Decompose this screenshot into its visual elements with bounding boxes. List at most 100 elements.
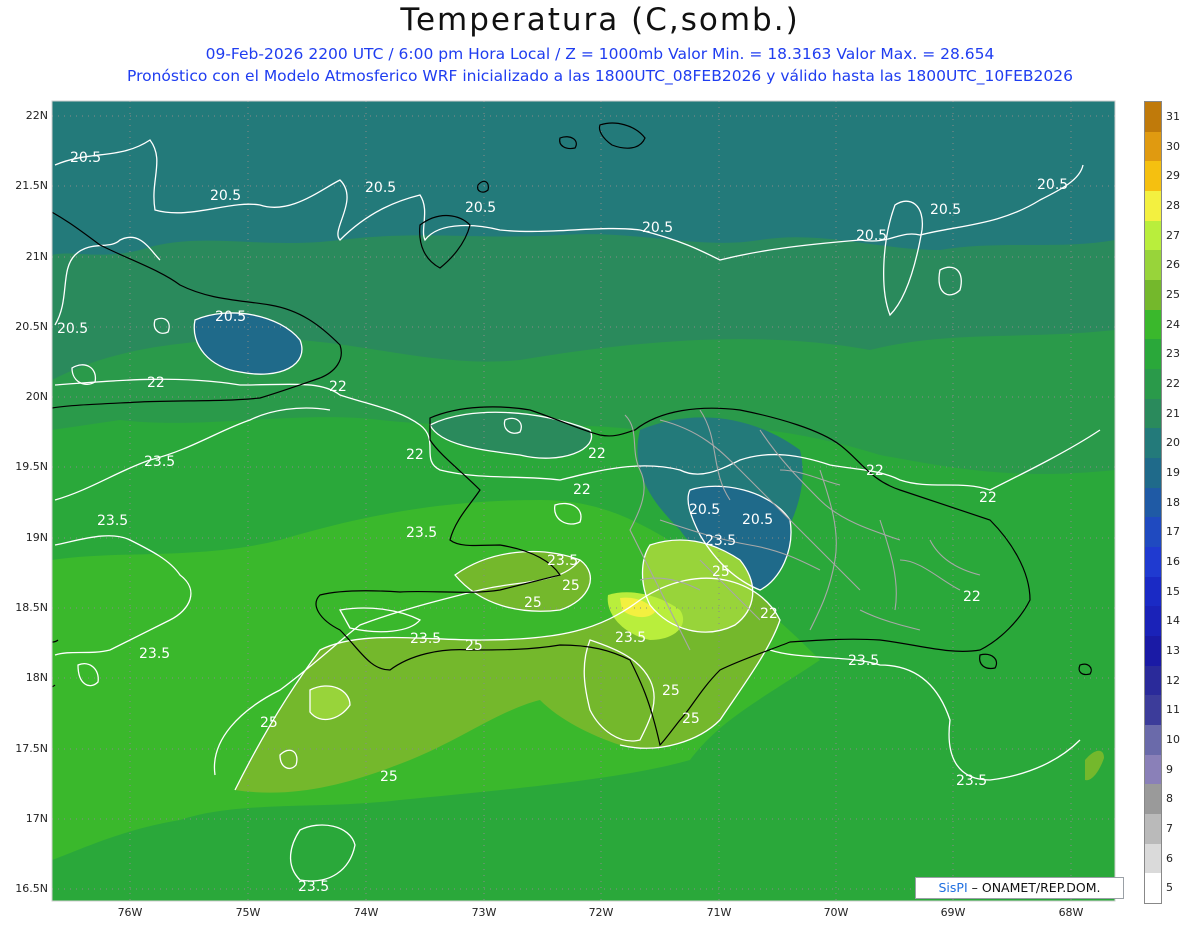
lon-label: 73W: [471, 906, 497, 919]
lon-label: 74W: [353, 906, 379, 919]
colorbar-segment: [1145, 814, 1161, 844]
contour-label: 20.5: [365, 180, 396, 196]
contour-label: 22: [406, 447, 424, 463]
contour-label: 23.5: [406, 525, 437, 541]
credit-box: SisPI – ONAMET/REP.DOM.: [915, 877, 1124, 899]
contour-label: 20.5: [57, 321, 88, 337]
contour-label: 22: [979, 490, 997, 506]
contour-label: 23.5: [956, 773, 987, 789]
contour-label: 25: [712, 564, 730, 580]
contour-label: 20.5: [742, 512, 773, 528]
colorbar-label: 7: [1166, 821, 1173, 835]
lon-label: 72W: [588, 906, 614, 919]
colorbar-label: 10: [1166, 732, 1180, 746]
lon-label: 75W: [235, 906, 261, 919]
contour-label: 25: [465, 638, 483, 654]
colorbar-segment: [1145, 606, 1161, 637]
colorbar-label: 16: [1166, 554, 1180, 568]
contour-label: 20.5: [465, 200, 496, 216]
colorbar-label: 22: [1166, 376, 1180, 390]
contour-label: 22: [866, 463, 884, 479]
contour-label: 25: [662, 683, 680, 699]
colorbar-segment: [1145, 250, 1161, 281]
contour-label: 20.5: [215, 309, 246, 325]
contour-label: 25: [524, 595, 542, 611]
contour-label: 20.5: [930, 202, 961, 218]
colorbar-segment: [1145, 339, 1161, 370]
contour-label: 22: [963, 589, 981, 605]
colorbar-segment: [1145, 131, 1161, 162]
lat-label: 18N: [25, 671, 48, 684]
contour-label: 23.5: [144, 454, 175, 470]
colorbar-segment: [1145, 487, 1161, 518]
colorbar-segment: [1145, 517, 1161, 548]
colorbar-label: 31: [1166, 109, 1180, 123]
contour-label: 23.5: [97, 513, 128, 529]
colorbar-segment: [1145, 695, 1161, 726]
colorbar-segment: [1145, 784, 1161, 815]
contour-label: 20.5: [70, 150, 101, 166]
model-info-line: Pronóstico con el Modelo Atmosferico WRF…: [127, 67, 1073, 85]
colorbar-label: 9: [1166, 762, 1173, 776]
colorbar-label: 24: [1166, 317, 1180, 331]
lat-label: 19N: [25, 531, 48, 544]
colorbar-segment: [1145, 636, 1161, 666]
contour-label: 20.5: [642, 220, 673, 236]
lon-label: 71W: [706, 906, 732, 919]
lon-label: 69W: [940, 906, 966, 919]
contour-label: 20.5: [689, 502, 720, 518]
contour-label: 23.5: [848, 653, 879, 669]
colorbar-label: 14: [1166, 614, 1180, 628]
lat-label: 19.5N: [15, 460, 48, 473]
lat-label: 20.5N: [15, 320, 48, 333]
colorbar-label: 27: [1166, 228, 1180, 242]
colorbar-segment: [1145, 102, 1161, 132]
lat-label: 17.5N: [15, 742, 48, 755]
contour-label: 22: [588, 446, 606, 462]
contour-label: 20.5: [210, 188, 241, 204]
colorbar-segment: [1145, 665, 1161, 696]
colorbar-segment: [1145, 191, 1161, 221]
colorbar-label: 6: [1166, 851, 1173, 865]
colorbar-label: 18: [1166, 495, 1180, 509]
colorbar-segment: [1145, 754, 1161, 785]
colorbar-label: 17: [1166, 525, 1180, 539]
colorbar-label: 15: [1166, 584, 1180, 598]
lon-label: 76W: [117, 906, 143, 919]
contour-label: 23.5: [615, 630, 646, 646]
colorbar-segment: [1145, 280, 1161, 310]
colorbar-segment: [1145, 428, 1161, 459]
valid-time-line: 09-Feb-2026 2200 UTC / 6:00 pm Hora Loca…: [205, 45, 995, 63]
colorbar-label: 28: [1166, 198, 1180, 212]
contour-label: 23.5: [410, 631, 441, 647]
contour-label: 25: [260, 715, 278, 731]
lat-label: 22N: [25, 109, 48, 122]
lon-label: 68W: [1058, 906, 1084, 919]
colorbar-label: 25: [1166, 287, 1180, 301]
lat-label: 21N: [25, 250, 48, 263]
colorbar-segment: [1145, 369, 1161, 399]
colorbar-label: 12: [1166, 673, 1180, 687]
contour-label: 25: [562, 578, 580, 594]
page-title: Temperatura (C,somb.): [400, 2, 800, 38]
contour-label: 22: [147, 375, 165, 391]
lat-label: 21.5N: [15, 179, 48, 192]
colorbar-label: 29: [1166, 169, 1180, 183]
colorbar-segment: [1145, 547, 1161, 577]
colorbar-label: 13: [1166, 643, 1180, 657]
colorbar-segment: [1145, 725, 1161, 755]
colorbar-segment: [1145, 161, 1161, 192]
colorbar-label: 26: [1166, 258, 1180, 272]
colorbar-segment: [1145, 843, 1161, 874]
contour-label: 22: [760, 606, 778, 622]
colorbar-label: 5: [1166, 881, 1173, 895]
colorbar-label: 20: [1166, 436, 1180, 450]
colorbar: [1144, 101, 1162, 904]
contour-label: 23.5: [705, 533, 736, 549]
contour-label: 23.5: [547, 553, 578, 569]
lon-label: 70W: [823, 906, 849, 919]
colorbar-segment: [1145, 309, 1161, 340]
colorbar-label: 21: [1166, 406, 1180, 420]
colorbar-label: 11: [1166, 703, 1180, 717]
contour-label: 20.5: [856, 228, 887, 244]
